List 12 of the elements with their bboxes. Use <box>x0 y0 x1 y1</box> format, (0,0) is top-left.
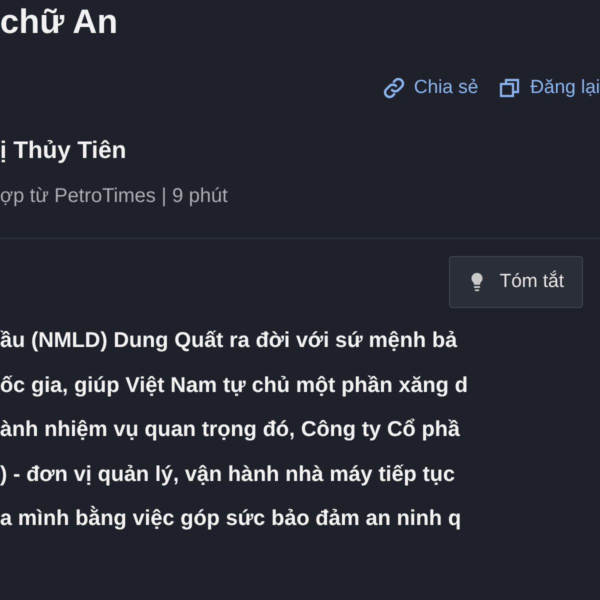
lead-text: ầu (NMLD) Dung Quất ra đời với sứ mệnh bả <box>0 327 458 354</box>
repost-link[interactable]: Đăng lại <box>498 76 600 100</box>
lead-text: ) - đơn vị quản lý, vận hành nhà máy tiếp tục <box>0 460 455 488</box>
article-meta: ợp từ PetroTimes | 9 phút <box>0 184 228 209</box>
lead-text: a mình bằng việc góp sức bảo đảm an ninh q <box>0 504 462 532</box>
author-name: ị Thủy Tiên <box>0 136 126 166</box>
lead-text: ành nhiệm vụ quan trọng đó, Công ty Cổ phầ <box>0 416 460 443</box>
share-link[interactable]: Chia sẻ <box>382 76 478 100</box>
lead-text: ốc gia, giúp Việt Nam tự chủ một phần xăng d <box>0 372 468 398</box>
summary-button[interactable]: Tóm tắt <box>448 256 583 308</box>
article-title: chữ An <box>0 2 118 42</box>
link-icon <box>382 76 406 100</box>
